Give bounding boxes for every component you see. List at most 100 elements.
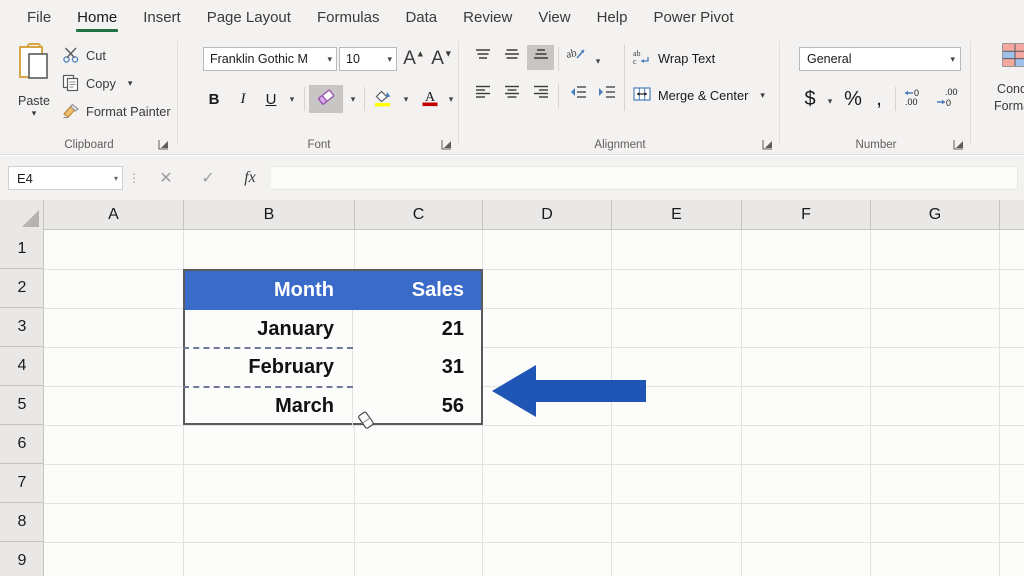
row-header-3[interactable]: 3: [0, 308, 44, 347]
row-headers: 1 2 3 4 5 6 7 8 9: [0, 230, 44, 576]
merge-center-button[interactable]: Merge & Center ▾: [632, 82, 765, 108]
align-middle-button[interactable]: [498, 45, 525, 70]
underline-chevron-down-icon[interactable]: ▾: [284, 85, 300, 113]
row-header-1[interactable]: 1: [0, 230, 44, 269]
increase-decimal-icon: 0 .00: [902, 87, 928, 112]
select-all-button[interactable]: [0, 200, 44, 230]
column-header-C[interactable]: C: [355, 200, 483, 230]
bold-button[interactable]: B: [201, 85, 227, 113]
tab-help-label: Help: [596, 9, 628, 26]
insert-function-button[interactable]: fx: [229, 169, 271, 187]
increase-indent-button[interactable]: [593, 82, 620, 107]
italic-label: I: [240, 90, 246, 107]
decrease-decimal-button[interactable]: .00 0: [933, 85, 961, 113]
font-dialog-launcher[interactable]: [441, 139, 453, 151]
alignment-dialog-launcher[interactable]: [762, 139, 774, 151]
number-format-chevron-down-icon[interactable]: ▾: [950, 54, 955, 65]
borders-button[interactable]: [309, 85, 343, 113]
underline-label: U: [265, 90, 277, 108]
currency-chevron-down-icon[interactable]: ▾: [822, 87, 838, 115]
paste-button[interactable]: Paste ▾: [8, 41, 60, 123]
cancel-x-icon: ✕: [159, 170, 173, 187]
currency-button[interactable]: $: [799, 85, 821, 113]
italic-button[interactable]: I: [230, 85, 256, 113]
decrease-font-size-button[interactable]: A▼: [429, 45, 455, 73]
align-top-button[interactable]: [469, 45, 496, 70]
increase-decimal-button[interactable]: 0 .00: [901, 85, 929, 113]
row-header-9[interactable]: 9: [0, 542, 44, 576]
font-name-chevron-down-icon[interactable]: ▾: [327, 54, 332, 65]
font-color-button[interactable]: A: [417, 85, 443, 113]
cut-button[interactable]: Cut: [62, 43, 106, 67]
tab-view[interactable]: View: [525, 1, 583, 34]
text-orientation-button[interactable]: ab: [564, 45, 588, 70]
row-header-8[interactable]: 8: [0, 503, 44, 542]
tab-page-layout[interactable]: Page Layout: [194, 1, 304, 34]
column-header-D[interactable]: D: [483, 200, 612, 230]
increase-font-size-button[interactable]: A▲: [401, 45, 427, 73]
confirm-entry-button[interactable]: ✓: [187, 168, 229, 188]
merge-center-label: Merge & Center: [658, 87, 749, 103]
copy-chevron-down-icon[interactable]: ▾: [128, 78, 133, 89]
wrap-text-button[interactable]: ab c Wrap Text: [632, 45, 715, 71]
align-center-button[interactable]: [498, 82, 525, 107]
decrease-indent-button[interactable]: [564, 82, 591, 107]
percent-button[interactable]: %: [841, 85, 865, 113]
column-header-E[interactable]: E: [612, 200, 742, 230]
table-cell-sales-january[interactable]: 21: [352, 310, 481, 348]
merge-cells-icon: [632, 85, 652, 106]
underline-button[interactable]: U: [258, 85, 284, 113]
align-bottom-button[interactable]: [527, 45, 554, 70]
formula-bar-grip[interactable]: ⋮: [123, 171, 145, 185]
column-header-F[interactable]: F: [742, 200, 871, 230]
tab-data-label: Data: [405, 9, 438, 26]
row-header-7[interactable]: 7: [0, 464, 44, 503]
paste-chevron-down-icon[interactable]: ▾: [32, 109, 37, 118]
tab-file[interactable]: File: [14, 1, 64, 34]
table-cell-month-march[interactable]: March: [185, 387, 352, 425]
number-format-combobox[interactable]: General ▾: [799, 47, 961, 71]
font-size-chevron-down-icon[interactable]: ▾: [387, 54, 392, 65]
font-name-combobox[interactable]: Franklin Gothic M ▾: [203, 47, 337, 71]
borders-chevron-down-icon[interactable]: ▾: [345, 85, 361, 113]
row-header-4[interactable]: 4: [0, 347, 44, 386]
formula-input[interactable]: [271, 166, 1018, 190]
conditional-formatting-button[interactable]: Cond Forma: [982, 43, 1024, 115]
tab-power-pivot[interactable]: Power Pivot: [640, 1, 746, 34]
column-header-A[interactable]: A: [44, 200, 184, 230]
table-cell-month-february[interactable]: February: [185, 348, 352, 387]
orientation-chevron-down-icon[interactable]: ▾: [590, 47, 606, 75]
name-box[interactable]: E4 ▾: [8, 166, 123, 190]
tab-formulas[interactable]: Formulas: [304, 1, 393, 34]
gridline: [741, 230, 742, 576]
merge-center-chevron-down-icon[interactable]: ▾: [760, 90, 765, 101]
align-left-button[interactable]: [469, 82, 496, 107]
fill-color-button[interactable]: [369, 85, 397, 113]
column-header-B[interactable]: B: [184, 200, 355, 230]
tab-data[interactable]: Data: [392, 1, 450, 34]
table-cell-month-january[interactable]: January: [185, 310, 352, 348]
copy-button[interactable]: Copy ▾: [62, 71, 132, 95]
number-dialog-launcher[interactable]: [953, 139, 965, 151]
row-header-6[interactable]: 6: [0, 425, 44, 464]
comma-button[interactable]: ,: [869, 85, 889, 113]
cancel-entry-button[interactable]: ✕: [145, 168, 187, 188]
align-right-button[interactable]: [527, 82, 554, 107]
tab-review[interactable]: Review: [450, 1, 525, 34]
tab-view-label: View: [538, 9, 571, 26]
column-header-G[interactable]: G: [871, 200, 1000, 230]
font-color-chevron-down-icon[interactable]: ▾: [443, 85, 459, 113]
row-header-5[interactable]: 5: [0, 386, 44, 425]
tab-insert[interactable]: Insert: [130, 1, 194, 34]
table-cell-sales-february[interactable]: 31: [352, 348, 481, 387]
cells-area[interactable]: Month Sales January 21 February 31 March…: [44, 230, 1024, 576]
clipboard-dialog-launcher[interactable]: [158, 139, 170, 151]
row-header-2[interactable]: 2: [0, 269, 44, 308]
font-size-combobox[interactable]: 10 ▾: [339, 47, 397, 71]
format-painter-button[interactable]: Format Painter: [62, 99, 171, 123]
tab-home[interactable]: Home: [64, 1, 130, 34]
erased-border-january-february: [183, 347, 353, 349]
name-box-chevron-down-icon[interactable]: ▾: [114, 174, 118, 183]
fill-color-chevron-down-icon[interactable]: ▾: [398, 85, 414, 113]
tab-help[interactable]: Help: [584, 1, 641, 34]
